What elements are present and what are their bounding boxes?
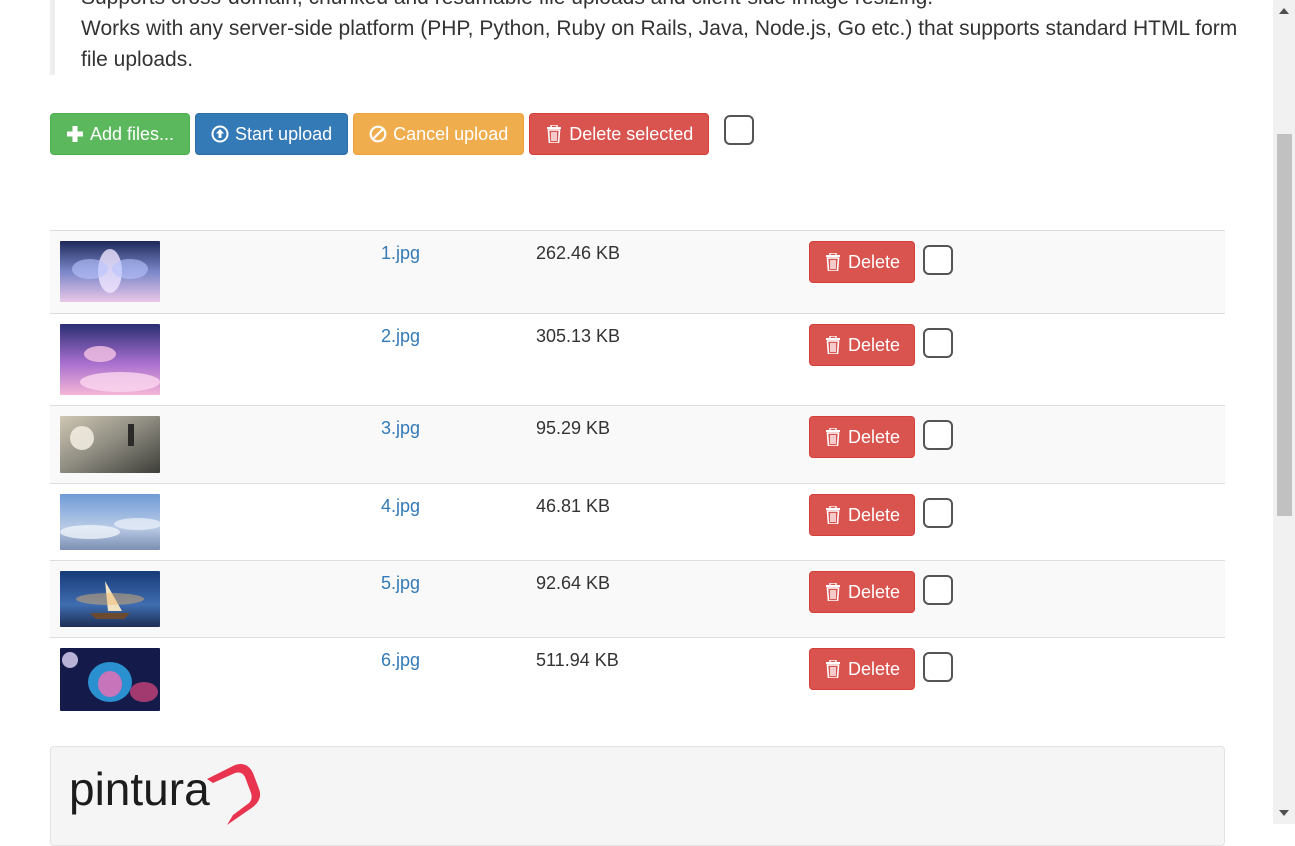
file-select-checkbox[interactable] xyxy=(923,420,953,450)
start-upload-label: Start upload xyxy=(235,123,333,144)
file-name-link[interactable]: 6.jpg xyxy=(381,650,420,671)
file-size: 46.81 KB xyxy=(536,496,611,516)
table-row: 5.jpg 92.64 KB Delete xyxy=(50,560,1225,637)
delete-file-label: Delete xyxy=(848,581,901,602)
description-line-2: Works with any server-side platform (PHP… xyxy=(81,17,1238,71)
scroll-down-arrow-icon[interactable] xyxy=(1279,810,1289,816)
delete-file-label: Delete xyxy=(848,658,901,679)
start-upload-button[interactable]: Start upload xyxy=(195,113,349,155)
delete-file-button[interactable]: Delete xyxy=(809,494,916,536)
file-size: 262.46 KB xyxy=(536,243,621,263)
delete-file-button[interactable]: Delete xyxy=(809,571,916,613)
cancel-upload-label: Cancel upload xyxy=(393,123,509,144)
delete-file-label: Delete xyxy=(848,334,901,355)
delete-file-button[interactable]: Delete xyxy=(809,648,916,690)
file-table: 1.jpg 262.46 KB Delete 2.jpg 305.13 KB D… xyxy=(50,230,1225,720)
scroll-up-arrow-icon[interactable] xyxy=(1279,8,1289,14)
scrollbar-thumb[interactable] xyxy=(1277,134,1292,516)
delete-file-label: Delete xyxy=(848,251,901,272)
delete-selected-label: Delete selected xyxy=(569,123,694,144)
file-select-checkbox[interactable] xyxy=(923,652,953,682)
trash-icon xyxy=(826,253,840,271)
cancel-upload-button[interactable]: Cancel upload xyxy=(353,113,525,155)
file-name-link[interactable]: 1.jpg xyxy=(381,243,420,264)
file-name-link[interactable]: 5.jpg xyxy=(381,573,420,594)
trash-icon xyxy=(826,506,840,524)
vertical-scrollbar[interactable] xyxy=(1273,0,1295,824)
delete-file-label: Delete xyxy=(848,504,901,525)
delete-file-label: Delete xyxy=(848,426,901,447)
pintura-promo-box: pintura xyxy=(50,746,1225,846)
file-select-checkbox[interactable] xyxy=(923,575,953,605)
plus-icon xyxy=(67,126,83,142)
file-name-link[interactable]: 4.jpg xyxy=(381,496,420,517)
file-thumbnail xyxy=(60,571,160,627)
file-thumbnail xyxy=(60,494,160,550)
table-row: 1.jpg 262.46 KB Delete xyxy=(50,230,1225,313)
file-select-checkbox[interactable] xyxy=(923,328,953,358)
upload-toolbar: Add files... Start upload Cancel upload xyxy=(50,113,755,155)
delete-file-button[interactable]: Delete xyxy=(809,416,916,458)
table-row: 6.jpg 511.94 KB Delete xyxy=(50,637,1225,720)
file-size: 92.64 KB xyxy=(536,573,611,593)
file-thumbnail xyxy=(60,324,160,395)
trash-icon xyxy=(826,583,840,601)
file-size: 511.94 KB xyxy=(536,650,619,670)
pintura-logo-text: pintura xyxy=(69,763,210,815)
file-name-link[interactable]: 2.jpg xyxy=(381,326,420,347)
pintura-logo: pintura xyxy=(69,763,261,825)
file-select-checkbox[interactable] xyxy=(923,245,953,275)
file-size: 305.13 KB xyxy=(536,326,621,346)
file-select-checkbox[interactable] xyxy=(923,498,953,528)
delete-selected-button[interactable]: Delete selected xyxy=(529,113,710,155)
file-size: 95.29 KB xyxy=(536,418,611,438)
description-blockquote: Supports cross-domain, chunked and resum… xyxy=(50,0,1241,75)
upload-circle-icon xyxy=(211,125,229,143)
table-row: 3.jpg 95.29 KB Delete xyxy=(50,405,1225,483)
trash-icon xyxy=(826,660,840,678)
add-files-label: Add files... xyxy=(90,123,175,144)
trash-icon xyxy=(826,428,840,446)
trash-icon xyxy=(547,125,562,143)
delete-file-button[interactable]: Delete xyxy=(809,324,916,366)
table-row: 4.jpg 46.81 KB Delete xyxy=(50,483,1225,560)
delete-file-button[interactable]: Delete xyxy=(809,241,916,283)
ban-icon xyxy=(369,125,387,143)
file-name-link[interactable]: 3.jpg xyxy=(381,418,420,439)
table-row: 2.jpg 305.13 KB Delete xyxy=(50,313,1225,405)
file-thumbnail xyxy=(60,648,160,711)
description-line-1: Supports cross-domain, chunked and resum… xyxy=(81,0,1241,13)
file-thumbnail xyxy=(60,416,160,473)
file-thumbnail xyxy=(60,241,160,302)
select-all-checkbox[interactable] xyxy=(724,115,755,145)
add-files-button[interactable]: Add files... xyxy=(50,113,191,155)
trash-icon xyxy=(826,336,840,354)
page: Supports cross-domain, chunked and resum… xyxy=(0,0,1273,846)
